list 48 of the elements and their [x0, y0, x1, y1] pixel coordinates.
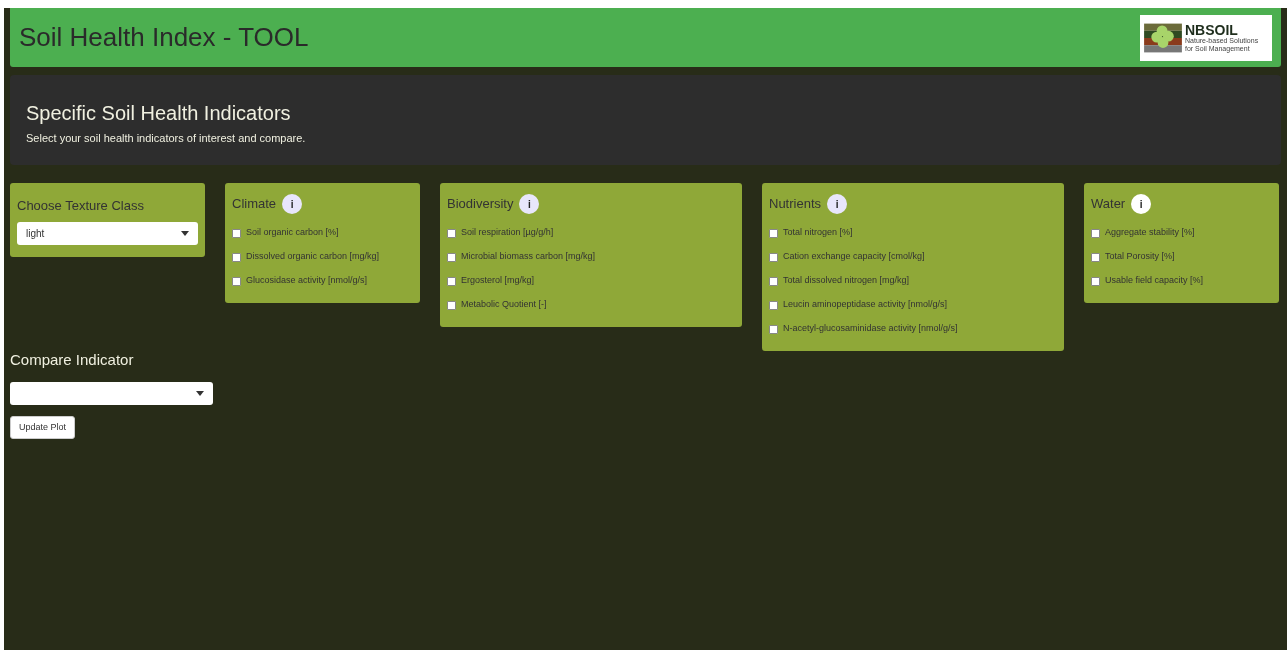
checkbox[interactable]	[769, 324, 778, 334]
checkbox-label: Total dissolved nitrogen [mg/kg]	[783, 274, 910, 288]
checkbox-label: Aggregate stability [%]	[1105, 226, 1195, 240]
info-icon[interactable]: i	[519, 194, 540, 214]
texture-select[interactable]: light	[17, 221, 198, 245]
checkbox[interactable]	[232, 276, 241, 286]
checkbox-label: Leucin aminopeptidase activity [nmol/g/s]	[783, 298, 948, 312]
caret-icon	[181, 230, 189, 236]
checkbox[interactable]	[1091, 252, 1100, 262]
checkbox-label: Dissolved organic carbon [mg/kg]	[246, 250, 380, 264]
checkbox[interactable]	[1091, 276, 1100, 286]
checkbox[interactable]	[232, 228, 241, 238]
checkbox-label: N-acetyl-glucosaminidase activity [nmol/g/s]	[783, 322, 958, 336]
checkbox-label: Soil respiration [µg/g/h]	[461, 226, 554, 240]
caret-icon	[196, 391, 204, 396]
info-icon[interactable]: i	[1131, 194, 1152, 214]
compare-label: Compare Indicator	[10, 351, 134, 369]
update-plot-button[interactable]: Update Plot	[10, 416, 76, 439]
info-icon[interactable]: i	[827, 194, 848, 214]
panel-title: Nutrients	[769, 195, 822, 214]
checkbox[interactable]	[447, 300, 456, 310]
checkbox[interactable]	[232, 252, 241, 262]
checkbox-label: Microbial biomass carbon [mg/kg]	[461, 250, 596, 264]
checkbox-label: Metabolic Quotient [-]	[461, 298, 547, 312]
checkbox-label: Usable field capacity [%]	[1105, 274, 1204, 288]
app-title: Soil Health Index - TOOL	[19, 21, 309, 54]
texture-label: Choose Texture Class	[17, 197, 145, 215]
checkbox-label: Total Porosity [%]	[1105, 250, 1175, 264]
intro-subtitle: Select your soil health indicators of interest and compare.	[26, 131, 307, 146]
checkbox[interactable]	[769, 252, 778, 262]
checkbox[interactable]	[447, 228, 456, 238]
panel-title: Biodiversity	[447, 195, 514, 214]
checkbox-label: Glucosidase activity [nmol/g/s]	[246, 274, 368, 288]
panel-title: Climate	[232, 195, 277, 214]
checkbox[interactable]	[1091, 228, 1100, 238]
panel-title: Water	[1091, 195, 1126, 214]
checkbox-label: Total nitrogen [%]	[783, 226, 853, 240]
intro-title: Specific Soil Health Indicators	[26, 101, 292, 125]
checkbox[interactable]	[769, 300, 778, 310]
checkbox[interactable]	[447, 276, 456, 286]
checkbox-label: Soil organic carbon [%]	[246, 226, 339, 240]
info-icon[interactable]: i	[282, 194, 303, 214]
checkbox[interactable]	[769, 228, 778, 238]
checkbox[interactable]	[447, 252, 456, 262]
logo-name: NBSOIL	[1185, 22, 1239, 37]
checkbox[interactable]	[769, 276, 778, 286]
checkbox-label: Cation exchange capacity [cmol/kg]	[783, 250, 925, 264]
checkbox-label: Ergosterol [mg/kg]	[461, 274, 535, 288]
